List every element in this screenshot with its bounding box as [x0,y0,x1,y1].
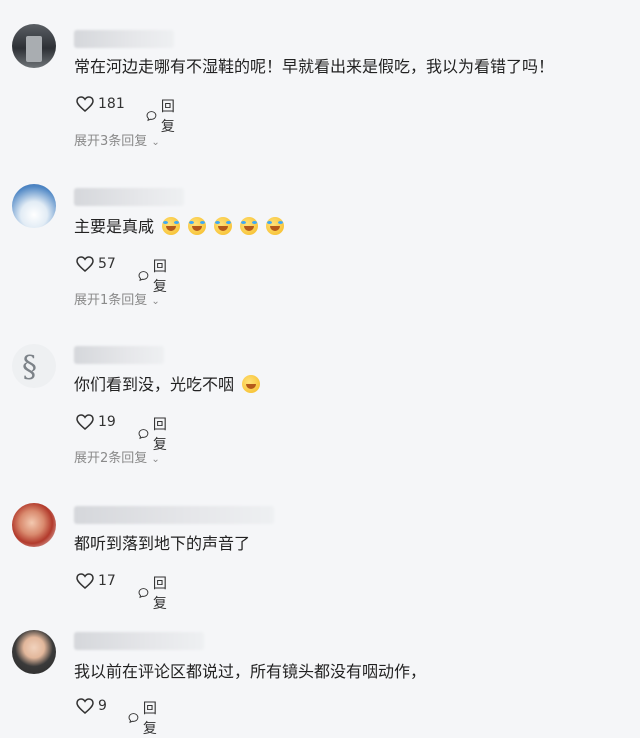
speech-bubble-icon [138,271,149,282]
username-blurred[interactable] [74,346,164,364]
heart-outline-icon [76,573,94,589]
speech-bubble-icon [138,429,149,440]
like-button[interactable]: 19 [76,414,116,430]
laughing-tears-emoji-icon [162,217,181,235]
like-button[interactable]: 17 [76,573,116,589]
chevron-down-icon: ⌄ [151,296,160,307]
expand-replies-label: 展开3条回复 [74,134,148,149]
avatar[interactable]: § [12,344,56,388]
laughing-tears-emoji-icon [266,217,285,235]
expand-replies-link[interactable]: 展开3条回复 ⌄ [74,130,160,149]
username-blurred[interactable] [74,632,204,650]
like-count: 57 [98,256,116,272]
smirk-emoji-icon [242,375,261,393]
speech-bubble-icon [138,588,149,599]
heart-outline-icon [76,96,94,112]
expand-replies-link[interactable]: 展开2条回复 ⌄ [74,447,160,466]
chevron-down-icon: ⌄ [151,137,160,148]
speech-bubble-icon [128,713,139,724]
reply-label: 回复 [160,99,175,135]
expand-replies-label: 展开1条回复 [74,293,148,308]
speech-bubble-icon [146,111,157,122]
reply-label: 回复 [142,701,157,737]
laughing-tears-emoji-icon [214,217,233,235]
heart-outline-icon [76,698,94,714]
avatar[interactable] [12,503,56,547]
reply-button[interactable]: 回复 [138,573,172,613]
chevron-down-icon: ⌄ [151,454,160,465]
like-button[interactable]: 181 [76,96,125,112]
comment-text-content: 主要是真咸 [74,217,155,236]
laughing-tears-emoji-icon [188,217,207,235]
like-button[interactable]: 57 [76,256,116,272]
like-count: 9 [98,698,107,714]
comment-text: 主要是真咸 [74,216,285,238]
comment-text: 都听到落到地下的声音了 [74,534,251,553]
heart-outline-icon [76,256,94,272]
comment-text-content: 你们看到没，光吃不咽 [74,375,235,394]
comment-text: 常在河边走哪有不湿鞋的呢！早就看出来是假吃，我以为看错了吗！ [74,57,555,76]
like-count: 181 [98,96,125,112]
avatar[interactable] [12,184,56,228]
username-blurred[interactable] [74,506,274,524]
expand-replies-link[interactable]: 展开1条回复 ⌄ [74,289,160,308]
avatar[interactable] [12,24,56,68]
laughing-tears-emoji-icon [240,217,259,235]
comment-text: 我以前在评论区都说过，所有镜头都没有咽动作， [74,662,427,681]
comment-text: 你们看到没，光吃不咽 [74,374,261,396]
heart-outline-icon [76,414,94,430]
username-blurred[interactable] [74,188,184,206]
like-count: 19 [98,414,116,430]
reply-label: 回复 [152,576,167,612]
reply-button[interactable]: 回复 [128,698,162,738]
like-button[interactable]: 9 [76,698,107,714]
expand-replies-label: 展开2条回复 [74,451,148,466]
username-blurred[interactable] [74,30,174,48]
like-count: 17 [98,573,116,589]
avatar[interactable] [12,630,56,674]
